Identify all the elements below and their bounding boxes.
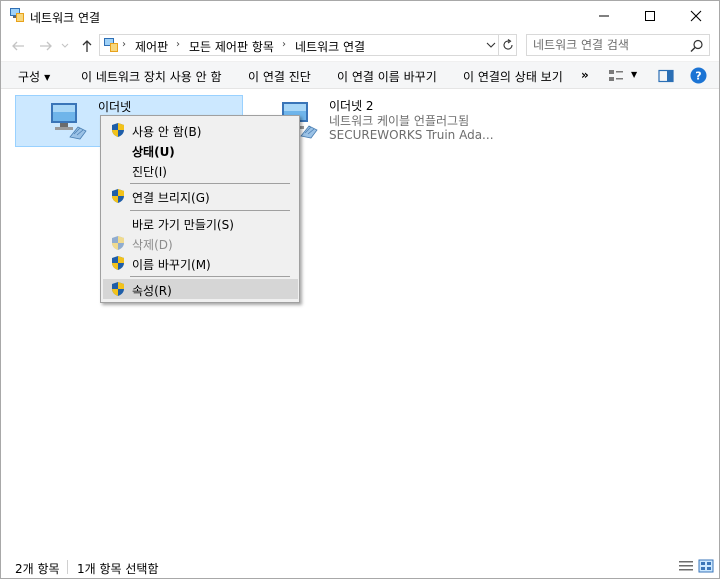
organize-label: 구성 [18, 70, 41, 84]
large-icons-view-icon[interactable] [698, 559, 714, 573]
menu-item-label: 연결 브리지(G) [132, 191, 210, 205]
arrow-left-icon [12, 41, 24, 51]
up-button[interactable] [78, 37, 96, 55]
adapter-name: 이더넷 [98, 100, 132, 114]
breadcrumb-network-connections[interactable]: 네트워크 연결 [295, 38, 365, 55]
network-connections-window: 네트워크 연결 › 제어판 › 모든 제어판 항목 › 네트워크 연결 네트워크… [0, 0, 720, 579]
arrow-up-icon [82, 40, 92, 52]
window-title: 네트워크 연결 [30, 11, 101, 25]
forward-button[interactable] [37, 37, 55, 55]
disable-device-button[interactable]: 이 네트워크 장치 사용 안 함 [81, 68, 222, 85]
uac-shield-icon [112, 236, 124, 250]
title-bar: 네트워크 연결 [1, 1, 719, 31]
adapter-status: 네트워크 케이블 언플러그됨 [329, 114, 470, 128]
menu-item-label: 진단(I) [132, 165, 167, 179]
address-bar[interactable]: › 제어판 › 모든 제어판 항목 › 네트워크 연결 [99, 34, 499, 56]
menu-item-create-shortcut[interactable]: 바로 가기 만들기(S) [103, 213, 298, 233]
menu-item-diagnose[interactable]: 진단(I) [103, 160, 298, 180]
organize-button[interactable]: 구성 ▼ [18, 68, 50, 85]
uac-shield-icon [112, 123, 124, 137]
diagnose-button[interactable]: 이 연결 진단 [248, 68, 311, 85]
change-view-icon[interactable] [608, 69, 624, 83]
refresh-icon [503, 39, 513, 50]
status-bar: 2개 항목 1개 항목 선택함 [1, 554, 719, 578]
control-panel-icon [104, 38, 118, 52]
svg-text:?: ? [695, 70, 701, 83]
menu-item-label: 사용 안 함(B) [132, 125, 202, 139]
status-divider [67, 560, 68, 574]
menu-separator [130, 183, 290, 184]
menu-separator [130, 210, 290, 211]
caret-down-icon: ▼ [44, 73, 51, 82]
menu-separator [130, 276, 290, 277]
chevron-down-icon [486, 42, 496, 48]
back-button[interactable] [9, 37, 27, 55]
chevron-down-icon [61, 43, 69, 48]
menu-item-label: 상태(U) [132, 145, 175, 159]
recent-locations-button[interactable] [59, 37, 71, 55]
menu-item-delete: 삭제(D) [103, 233, 298, 253]
address-history-button[interactable] [484, 38, 498, 52]
menu-item-disable[interactable]: 사용 안 함(B) [103, 120, 298, 140]
search-box[interactable] [526, 34, 710, 56]
breadcrumb-separator-icon: › [122, 39, 126, 50]
more-commands-button[interactable]: » [581, 68, 589, 82]
maximize-button[interactable] [627, 1, 673, 31]
uac-shield-icon [112, 189, 124, 203]
command-bar: 구성 ▼ 이 네트워크 장치 사용 안 함 이 연결 진단 이 연결 이름 바꾸기… [1, 61, 719, 89]
maximize-icon [645, 11, 655, 21]
search-input[interactable] [533, 37, 683, 53]
context-menu: 사용 안 함(B) 상태(U) 진단(I) 연결 브리지(G) 바로 가기 만들… [100, 115, 300, 303]
search-icon [690, 39, 703, 52]
minimize-icon [599, 15, 609, 17]
menu-item-rename[interactable]: 이름 바꾸기(M) [103, 253, 298, 273]
menu-item-label: 바로 가기 만들기(S) [132, 218, 234, 232]
selected-count: 1개 항목 선택함 [77, 562, 159, 576]
close-button[interactable] [673, 1, 719, 31]
refresh-button[interactable] [499, 34, 517, 56]
breadcrumb-separator-icon: › [176, 39, 180, 50]
view-options-caret-icon[interactable]: ▼ [631, 70, 637, 79]
adapter-device: SECUREWORKS Truin Ada... [329, 128, 494, 142]
menu-item-bridge[interactable]: 연결 브리지(G) [103, 186, 298, 206]
network-connections-icon [10, 8, 24, 22]
item-count: 2개 항목 [15, 562, 60, 576]
uac-shield-icon [112, 256, 124, 270]
view-status-button[interactable]: 이 연결의 상태 보기 [463, 68, 563, 85]
help-icon[interactable]: ? [690, 67, 707, 84]
details-view-icon[interactable] [678, 559, 694, 573]
close-icon [690, 10, 702, 22]
uac-shield-icon [112, 282, 124, 296]
breadcrumb-all-items[interactable]: 모든 제어판 항목 [189, 38, 274, 55]
breadcrumb-control-panel[interactable]: 제어판 [135, 38, 168, 55]
menu-item-status[interactable]: 상태(U) [103, 140, 298, 160]
menu-item-label: 속성(R) [132, 284, 172, 298]
arrow-right-icon [40, 41, 52, 51]
rename-button[interactable]: 이 연결 이름 바꾸기 [337, 68, 437, 85]
network-adapter-icon [51, 103, 87, 140]
menu-item-properties[interactable]: 속성(R) [103, 279, 298, 299]
preview-pane-icon[interactable] [658, 69, 674, 83]
breadcrumb-separator-icon: › [282, 39, 286, 50]
menu-item-label: 이름 바꾸기(M) [132, 258, 211, 272]
menu-item-label: 삭제(D) [132, 238, 173, 252]
minimize-button[interactable] [581, 1, 627, 31]
